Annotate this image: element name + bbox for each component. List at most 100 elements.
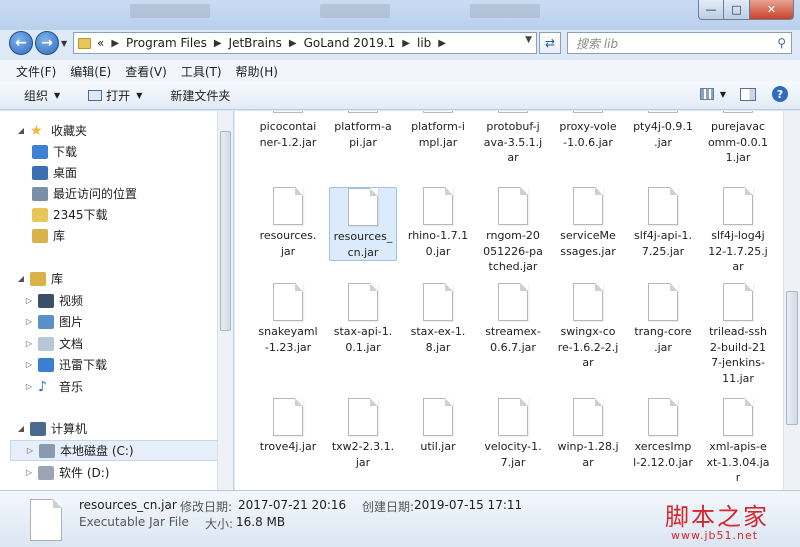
file-item[interactable]: util.jar: [404, 398, 472, 455]
file-item[interactable]: rhino-1.7.1 0.jar: [404, 187, 472, 259]
file-item[interactable]: purejavac omm-0.0.1 1.jar: [704, 111, 772, 166]
desktop-icon: [32, 165, 48, 180]
search-input[interactable]: 搜索 lib ⚲: [567, 32, 792, 54]
organize-button[interactable]: 组织 ▼: [24, 87, 60, 104]
nav-desktop[interactable]: 桌面: [32, 162, 233, 183]
new-folder-button[interactable]: 新建文件夹: [170, 87, 230, 104]
address-bar[interactable]: « ▶ Program Files ▶ JetBrains ▶ GoLand 2…: [73, 32, 537, 54]
view-options-dropdown[interactable]: ▼: [720, 90, 726, 99]
recent-pages-dropdown[interactable]: ▼: [61, 39, 67, 48]
open-icon: [88, 90, 103, 101]
nav-documents[interactable]: ▷ 文档: [24, 333, 233, 354]
jar-file-icon: [648, 111, 678, 113]
help-icon[interactable]: ?: [772, 86, 788, 102]
nav-scrollbar[interactable]: [217, 111, 233, 490]
file-item[interactable]: slf4j-api-1. 7.25.jar: [629, 187, 697, 259]
breadcrumb-goland[interactable]: GoLand 2019.1: [304, 36, 396, 50]
expand-triangle-icon[interactable]: ▷: [24, 360, 34, 369]
file-item[interactable]: swingx-co re-1.6.2-2.j ar: [554, 283, 622, 371]
collapse-triangle-icon[interactable]: ◢: [16, 274, 26, 283]
file-item[interactable]: slf4j-log4j 12-1.7.25.j ar: [704, 187, 772, 275]
file-item[interactable]: rngom-20 051226-pa tched.jar: [479, 187, 547, 275]
file-item[interactable]: proxy-vole -1.0.6.jar: [554, 111, 622, 150]
address-overflow-chevron[interactable]: «: [97, 36, 104, 50]
chevron-right-icon[interactable]: ▶: [289, 38, 297, 49]
nav-scrollbar-thumb[interactable]: [220, 131, 231, 331]
file-type-icon: [30, 499, 62, 541]
file-item[interactable]: xercesImp l-2.12.0.jar: [629, 398, 697, 470]
file-name-label: purejavac omm-0.0.1 1.jar: [707, 120, 769, 165]
expand-triangle-icon[interactable]: ▷: [25, 446, 35, 455]
nav-videos[interactable]: ▷ 视频: [24, 290, 233, 311]
collapse-triangle-icon[interactable]: ◢: [16, 126, 26, 135]
file-item[interactable]: stax-api-1. 0.1.jar: [329, 283, 397, 355]
expand-triangle-icon[interactable]: ▷: [24, 317, 34, 326]
file-item[interactable]: serviceMe ssages.jar: [554, 187, 622, 259]
expand-triangle-icon[interactable]: ▷: [24, 296, 34, 305]
file-item[interactable]: trilead-ssh 2-build-21 7-jenkins- 11.jar: [704, 283, 772, 386]
nav-pictures[interactable]: ▷ 图片: [24, 311, 233, 332]
file-item[interactable]: streamex- 0.6.7.jar: [479, 283, 547, 355]
file-item[interactable]: resources_ cn.jar: [329, 187, 397, 262]
file-item[interactable]: txw2-2.3.1. jar: [329, 398, 397, 470]
file-item[interactable]: protobuf-j ava-3.5.1.j ar: [479, 111, 547, 166]
nav-downloads[interactable]: 下载: [32, 141, 233, 162]
menu-view[interactable]: 查看(V): [125, 63, 167, 80]
address-history-dropdown[interactable]: ▼: [525, 35, 532, 45]
refresh-button[interactable]: ⇄: [539, 32, 561, 54]
chevron-right-icon[interactable]: ▶: [438, 38, 446, 49]
menu-edit[interactable]: 编辑(E): [70, 63, 111, 80]
back-button[interactable]: ←: [9, 31, 33, 55]
breadcrumb-jetbrains[interactable]: JetBrains: [229, 36, 282, 50]
expand-triangle-icon[interactable]: ▷: [24, 382, 34, 391]
file-item[interactable]: snakeyaml -1.23.jar: [254, 283, 322, 355]
forward-button[interactable]: →: [35, 31, 59, 55]
change-view-icon[interactable]: [699, 88, 714, 100]
maximize-button[interactable]: □: [724, 0, 750, 20]
toolbar-right-group: ▼ ?: [699, 86, 788, 102]
nav-thunder-downloads[interactable]: ▷ 迅雷下载: [24, 354, 233, 375]
chevron-right-icon[interactable]: ▶: [214, 38, 222, 49]
file-item[interactable]: stax-ex-1. 8.jar: [404, 283, 472, 355]
nav-recent-places[interactable]: 最近访问的位置: [32, 183, 233, 204]
nav-music[interactable]: ▷ ♪ 音乐: [24, 376, 233, 397]
menu-tools[interactable]: 工具(T): [181, 63, 222, 80]
file-item[interactable]: pty4j-0.9.1 .jar: [629, 111, 697, 150]
nav-software-d[interactable]: ▷ 软件 (D:): [24, 462, 233, 483]
expand-triangle-icon[interactable]: ▷: [24, 468, 34, 477]
file-list-scrollbar[interactable]: [783, 111, 800, 490]
file-item[interactable]: picocontai ner-1.2.jar: [254, 111, 322, 150]
menu-help[interactable]: 帮助(H): [236, 63, 278, 80]
search-placeholder: 搜索 lib: [576, 36, 619, 51]
file-list-scrollbar-thumb[interactable]: [786, 291, 798, 425]
file-item[interactable]: trang-core .jar: [629, 283, 697, 355]
expand-triangle-icon[interactable]: ▷: [24, 339, 34, 348]
search-icon[interactable]: ⚲: [777, 36, 786, 50]
file-item[interactable]: platform-a pi.jar: [329, 111, 397, 150]
file-item[interactable]: trove4j.jar: [254, 398, 322, 455]
collapse-triangle-icon[interactable]: ◢: [16, 424, 26, 433]
file-item[interactable]: winp-1.28.j ar: [554, 398, 622, 470]
nav-local-disk-c[interactable]: ▷ 本地磁盘 (C:): [10, 440, 218, 461]
chevron-right-icon[interactable]: ▶: [402, 38, 410, 49]
nav-library-shortcut[interactable]: 库: [32, 225, 233, 246]
file-item[interactable]: velocity-1. 7.jar: [479, 398, 547, 470]
nav-computer[interactable]: ◢ 计算机: [16, 418, 233, 439]
preview-pane-icon[interactable]: [740, 87, 756, 101]
nav-2345-downloads[interactable]: 2345下载: [32, 204, 233, 225]
jar-file-icon: [273, 111, 303, 113]
nav-favorites[interactable]: ◢ ★ 收藏夹: [16, 120, 233, 141]
chevron-down-icon[interactable]: ▼: [136, 91, 142, 100]
open-button[interactable]: 打开 ▼: [88, 87, 142, 104]
breadcrumb-lib[interactable]: lib: [417, 36, 431, 50]
breadcrumb-program-files[interactable]: Program Files: [126, 36, 207, 50]
file-item[interactable]: resources. jar: [254, 187, 322, 259]
minimize-button[interactable]: —: [698, 0, 724, 20]
file-name-label: picocontai ner-1.2.jar: [259, 120, 317, 149]
file-item[interactable]: xml-apis-e xt-1.3.04.ja r: [704, 398, 772, 486]
menu-file[interactable]: 文件(F): [16, 63, 56, 80]
nav-libraries[interactable]: ◢ 库: [16, 268, 233, 289]
file-item[interactable]: platform-i mpl.jar: [404, 111, 472, 150]
file-name-label: slf4j-api-1. 7.25.jar: [634, 229, 692, 258]
close-button[interactable]: ✕: [750, 0, 794, 20]
